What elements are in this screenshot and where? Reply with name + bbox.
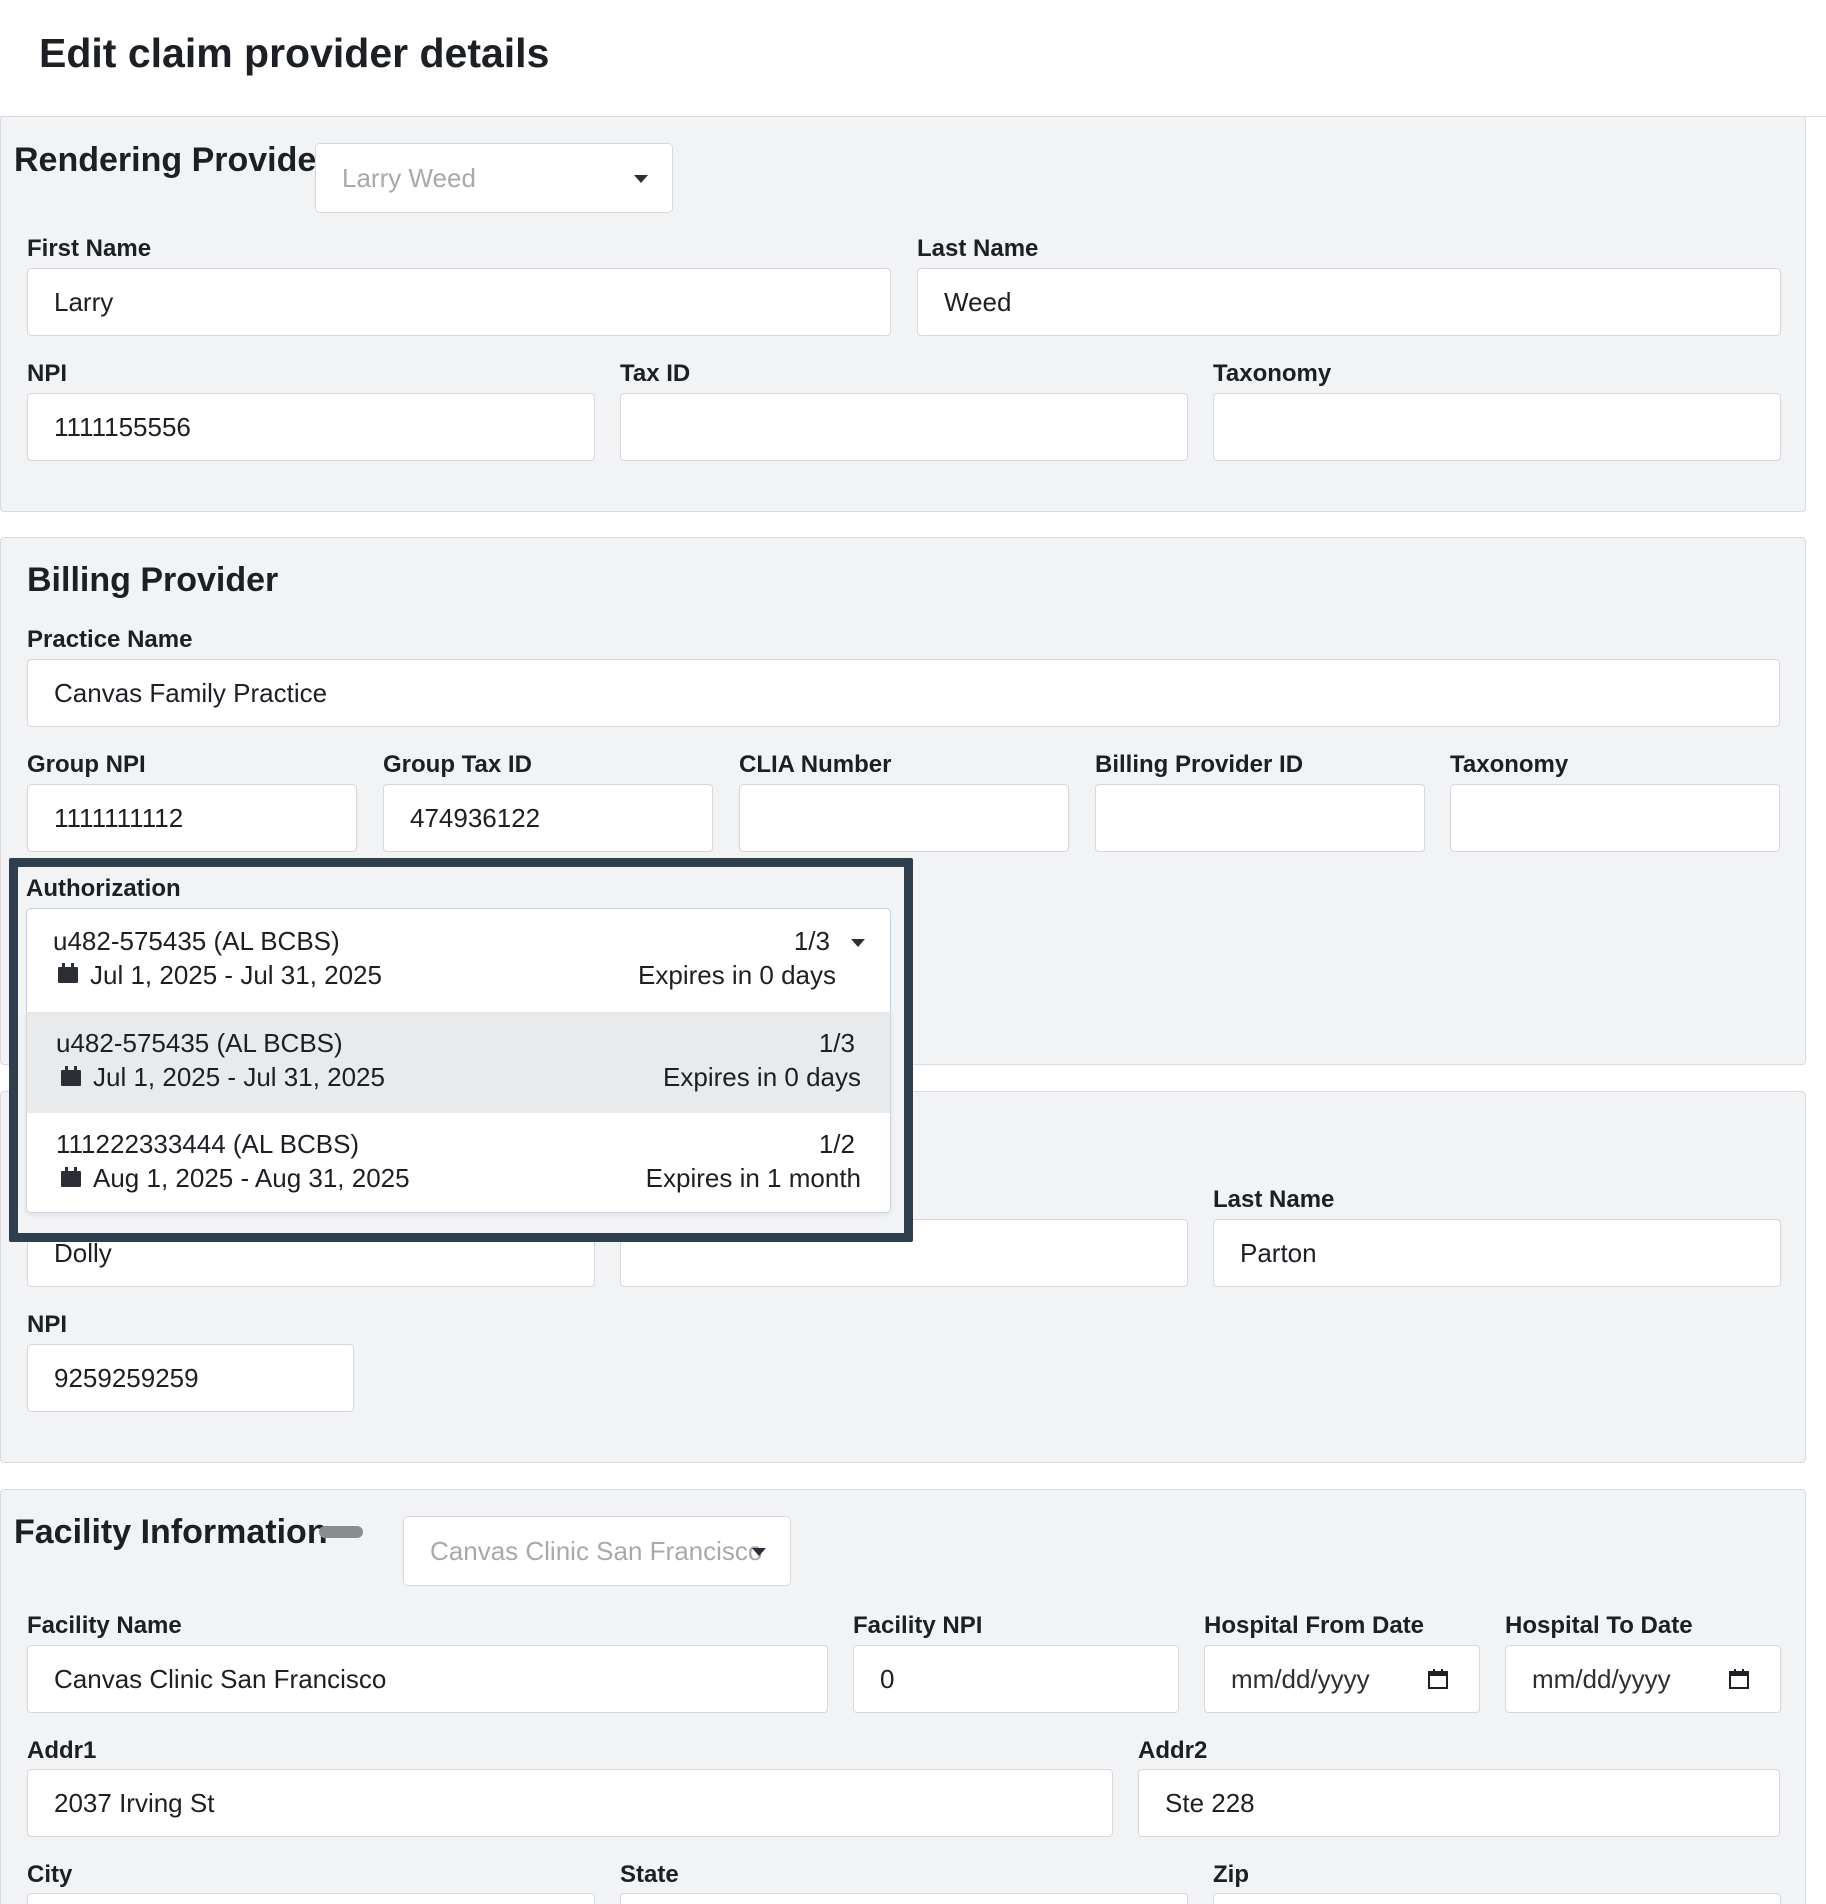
last-name-label: Last Name [917, 235, 1039, 262]
first-name-input[interactable]: Larry [27, 268, 891, 336]
state-input[interactable] [620, 1893, 1188, 1904]
state-label: State [620, 1861, 679, 1888]
hospital-to-date-input[interactable]: mm/dd/yyyy [1505, 1645, 1781, 1713]
tax-id-label: Tax ID [620, 360, 691, 387]
city-label: City [27, 1861, 73, 1888]
rendering-provider-section: Rendering Provider Larry Weed First Name… [0, 116, 1806, 512]
billing-provider-id-input[interactable] [1095, 784, 1425, 852]
hospital-from-date-placeholder: mm/dd/yyyy [1231, 1664, 1370, 1694]
facility-title: Facility Information [14, 1513, 328, 1551]
hospital-to-date-label: Hospital To Date [1505, 1612, 1693, 1639]
facility-section: Facility Information Canvas Clinic San F… [0, 1489, 1806, 1904]
practice-name-input[interactable]: Canvas Family Practice [27, 659, 1780, 727]
billing-provider-title: Billing Provider [27, 561, 279, 599]
facility-name-input[interactable]: Canvas Clinic San Francisco [27, 1645, 828, 1713]
city-input[interactable] [27, 1893, 595, 1904]
last-name-input[interactable]: Weed [917, 268, 1781, 336]
zip-label: Zip [1213, 1861, 1249, 1888]
group-tax-id-input[interactable]: 474936122 [383, 784, 713, 852]
rendering-provider-title: Rendering Provider [14, 141, 330, 179]
clia-number-label: CLIA Number [739, 751, 892, 778]
hospital-to-date-placeholder: mm/dd/yyyy [1532, 1664, 1671, 1694]
referring-last-name-label: Last Name [1213, 1186, 1335, 1213]
collapse-icon[interactable] [319, 1526, 363, 1538]
hospital-from-date-label: Hospital From Date [1204, 1612, 1425, 1639]
chevron-down-icon [634, 175, 648, 183]
facility-select-value: Canvas Clinic San Francisco [430, 1536, 763, 1566]
addr2-label: Addr2 [1138, 1737, 1208, 1764]
rendering-provider-select[interactable]: Larry Weed [315, 143, 673, 213]
focus-highlight-box [9, 858, 913, 1242]
group-tax-id-label: Group Tax ID [383, 751, 532, 778]
first-name-label: First Name [27, 235, 152, 262]
billing-taxonomy-label: Taxonomy [1450, 751, 1569, 778]
page-title: Edit claim provider details [39, 30, 550, 76]
billing-provider-id-label: Billing Provider ID [1095, 751, 1304, 778]
zip-input[interactable] [1213, 1893, 1781, 1904]
addr1-input[interactable]: 2037 Irving St [27, 1769, 1113, 1837]
referring-last-name-input[interactable]: Parton [1213, 1219, 1781, 1287]
facility-select[interactable]: Canvas Clinic San Francisco [403, 1516, 791, 1586]
referring-npi-input[interactable]: 9259259259 [27, 1344, 354, 1412]
practice-name-label: Practice Name [27, 626, 193, 653]
chevron-down-icon [752, 1548, 766, 1556]
group-npi-input[interactable]: 1111111112 [27, 784, 357, 852]
calendar-icon[interactable] [1728, 1668, 1750, 1690]
referring-npi-label: NPI [27, 1311, 68, 1338]
addr1-label: Addr1 [27, 1737, 97, 1764]
taxonomy-input[interactable] [1213, 393, 1781, 461]
calendar-icon[interactable] [1427, 1668, 1449, 1690]
facility-name-label: Facility Name [27, 1612, 182, 1639]
tax-id-input[interactable] [620, 393, 1188, 461]
facility-npi-input[interactable]: 0 [853, 1645, 1179, 1713]
facility-npi-label: Facility NPI [853, 1612, 983, 1639]
billing-taxonomy-input[interactable] [1450, 784, 1780, 852]
addr2-input[interactable]: Ste 228 [1138, 1769, 1780, 1837]
taxonomy-label: Taxonomy [1213, 360, 1332, 387]
rendering-provider-select-value: Larry Weed [342, 163, 476, 193]
npi-input[interactable]: 1111155556 [27, 393, 595, 461]
npi-label: NPI [27, 360, 68, 387]
clia-number-input[interactable] [739, 784, 1069, 852]
hospital-from-date-input[interactable]: mm/dd/yyyy [1204, 1645, 1480, 1713]
group-npi-label: Group NPI [27, 751, 146, 778]
